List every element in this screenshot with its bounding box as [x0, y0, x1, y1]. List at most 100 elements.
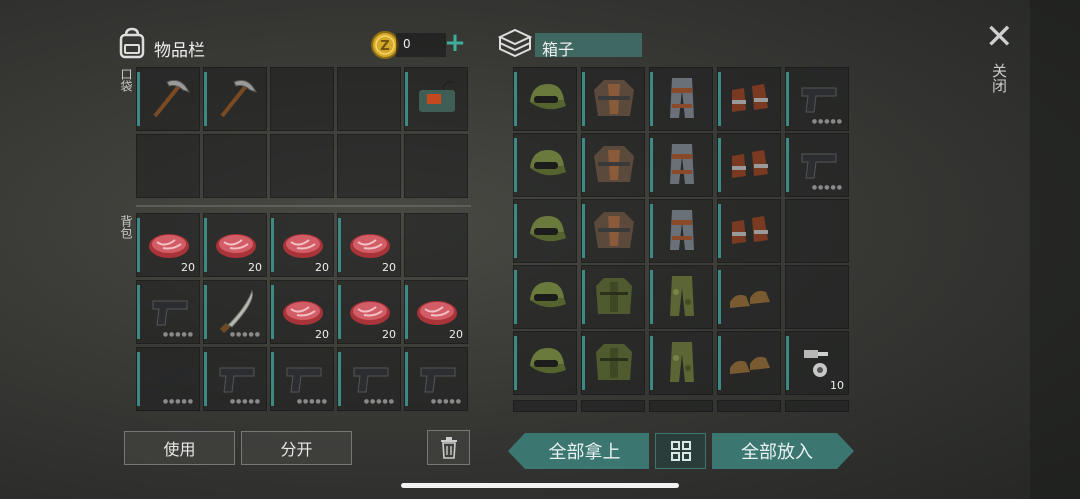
- backpack-slot[interactable]: 20: [270, 213, 334, 277]
- box-slot[interactable]: [513, 199, 577, 263]
- durability-indicator: ●●●●●: [811, 184, 843, 191]
- pistol-icon: [801, 153, 837, 179]
- backpack-slot[interactable]: ●●●●●: [404, 347, 468, 411]
- pocket-slot[interactable]: [404, 67, 468, 131]
- box-slot[interactable]: [717, 400, 781, 412]
- pants-icon: [670, 210, 694, 250]
- durability-indicator: ●●●●●: [162, 331, 194, 338]
- durability-indicator: ●●●●●: [430, 398, 462, 405]
- box-slot[interactable]: [581, 400, 645, 412]
- box-slot[interactable]: [513, 67, 577, 131]
- item-quantity: 20: [382, 261, 396, 274]
- sort-button[interactable]: [655, 433, 706, 469]
- box-slot[interactable]: [649, 133, 713, 197]
- backpack-label: 背包: [119, 215, 133, 239]
- pants-icon: [670, 144, 694, 184]
- pocket-slot[interactable]: [203, 67, 267, 131]
- add-coins-button[interactable]: +: [444, 30, 466, 56]
- backpack-slot[interactable]: ●●●●●: [136, 280, 200, 344]
- item-quantity: 20: [248, 261, 262, 274]
- cap-icon: [530, 84, 566, 110]
- box-slot[interactable]: [717, 265, 781, 329]
- box-slot[interactable]: [513, 265, 577, 329]
- shoes-icon: [730, 356, 770, 374]
- item-quantity: 20: [315, 328, 329, 341]
- box-slot[interactable]: [581, 67, 645, 131]
- box-slot[interactable]: [717, 133, 781, 197]
- durability-indicator: ●●●●●: [229, 331, 261, 338]
- trash-icon: [440, 436, 457, 459]
- box-slot[interactable]: ●●●●●: [785, 133, 849, 197]
- pistol-icon: [353, 367, 389, 393]
- pocket-slot[interactable]: [270, 67, 334, 131]
- pocket-label: 口袋: [119, 68, 133, 92]
- box-slot[interactable]: ●●●●●: [785, 67, 849, 131]
- right-panel: [1030, 0, 1080, 499]
- box-slot[interactable]: [581, 331, 645, 395]
- pistol-icon: [801, 87, 837, 113]
- take-all-button[interactable]: 全部拿上: [508, 433, 649, 469]
- pocket-slot[interactable]: [337, 134, 401, 198]
- box-slot[interactable]: [785, 265, 849, 329]
- trash-button[interactable]: [427, 430, 470, 465]
- pistol-icon: [420, 367, 456, 393]
- backpack-slot[interactable]: 20: [337, 280, 401, 344]
- pocket-slot[interactable]: [270, 134, 334, 198]
- pistol-icon: [286, 367, 322, 393]
- shoes-icon: [730, 290, 770, 308]
- close-label[interactable]: 关闭: [989, 63, 1010, 93]
- box-title: 箱子: [542, 40, 575, 59]
- item-quantity: 20: [181, 261, 195, 274]
- pocket-slot[interactable]: [404, 134, 468, 198]
- backpack-slot[interactable]: 20: [136, 213, 200, 277]
- pocket-slot[interactable]: [136, 67, 200, 131]
- pocket-slot[interactable]: [136, 134, 200, 198]
- put-all-button[interactable]: 全部放入: [712, 433, 854, 469]
- backpack-slot[interactable]: ●●●●●: [337, 347, 401, 411]
- boots-icon: [732, 150, 768, 178]
- box-slot[interactable]: 10: [785, 331, 849, 395]
- backpack-slot[interactable]: ●●●●●: [203, 347, 267, 411]
- split-button[interactable]: 分开: [241, 431, 352, 465]
- item-quantity: 20: [315, 261, 329, 274]
- durability-indicator: ●●●●●: [363, 398, 395, 405]
- durability-indicator: ●●●●●: [229, 398, 261, 405]
- box-slot[interactable]: [717, 331, 781, 395]
- camo-pants-icon: [670, 276, 694, 316]
- backpack-slot[interactable]: 20: [404, 280, 468, 344]
- box-slot[interactable]: [581, 133, 645, 197]
- use-button[interactable]: 使用: [124, 431, 235, 465]
- backpack-slot[interactable]: ●●●●●: [136, 347, 200, 411]
- box-slot[interactable]: [649, 400, 713, 412]
- box-slot[interactable]: [513, 331, 577, 395]
- box-slot[interactable]: [581, 265, 645, 329]
- inventory-title: 物品栏: [154, 41, 205, 61]
- close-icon[interactable]: ✕: [985, 20, 1014, 54]
- box-slot[interactable]: [649, 265, 713, 329]
- backpack-slot[interactable]: ●●●●●: [270, 347, 334, 411]
- box-slot[interactable]: [513, 400, 577, 412]
- backpack-slot[interactable]: 20: [203, 213, 267, 277]
- pistol-icon: [152, 300, 188, 326]
- item-quantity: 10: [830, 379, 844, 392]
- backpack-slot[interactable]: 20: [270, 280, 334, 344]
- pocket-slot[interactable]: [337, 67, 401, 131]
- box-slot[interactable]: [581, 199, 645, 263]
- camo-pants-icon: [670, 342, 694, 382]
- backpack-slot[interactable]: ●●●●●: [203, 280, 267, 344]
- pocket-slot[interactable]: [203, 134, 267, 198]
- backpack-slot[interactable]: [404, 213, 468, 277]
- box-slot[interactable]: [717, 67, 781, 131]
- box-slot[interactable]: [649, 67, 713, 131]
- section-divider: [136, 205, 471, 207]
- box-slot[interactable]: [717, 199, 781, 263]
- box-slot[interactable]: [785, 400, 849, 412]
- box-slot[interactable]: [785, 199, 849, 263]
- box-slot[interactable]: [649, 331, 713, 395]
- durability-indicator: ●●●●●: [162, 398, 194, 405]
- grid-icon: [670, 441, 691, 461]
- backpack-slot[interactable]: 20: [337, 213, 401, 277]
- pickaxe-icon: [220, 79, 257, 118]
- box-slot[interactable]: [513, 133, 577, 197]
- box-slot[interactable]: [649, 199, 713, 263]
